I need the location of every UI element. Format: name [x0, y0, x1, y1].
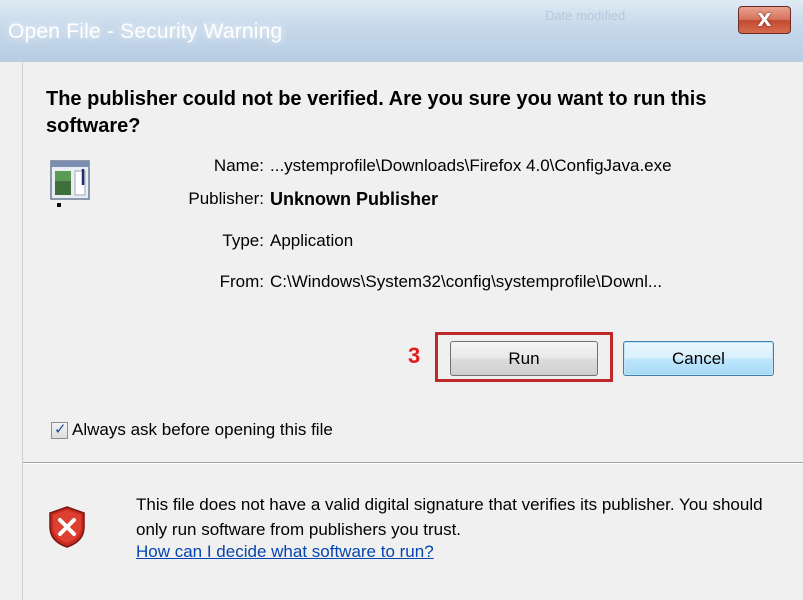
section-divider: [23, 462, 803, 464]
always-ask-label[interactable]: Always ask before opening this file: [72, 420, 333, 440]
run-button[interactable]: Run: [450, 341, 598, 376]
title-bar[interactable]: Open File - Security Warning Date modifi…: [0, 0, 803, 62]
close-button[interactable]: X: [738, 6, 791, 34]
help-link[interactable]: How can I decide what software to run?: [136, 542, 434, 562]
publisher-row: Publisher: Unknown Publisher: [23, 189, 803, 219]
window-title: Open File - Security Warning: [8, 20, 283, 43]
cancel-button[interactable]: Cancel: [623, 341, 774, 376]
from-label: From:: [219, 272, 264, 291]
name-row: Name: ...ystemprofile\Downloads\Firefox …: [23, 156, 803, 186]
checkmark-icon: ✓: [54, 419, 67, 438]
dialog-content: The publisher could not be verified. Are…: [22, 62, 803, 600]
name-label: Name:: [213, 156, 264, 175]
warning-message: This file does not have a valid digital …: [136, 495, 763, 539]
publisher-label: Publisher:: [188, 189, 264, 208]
always-ask-option[interactable]: ✓ Always ask before opening this file: [51, 418, 333, 442]
type-label: Type:: [222, 231, 264, 250]
publisher-value: Unknown Publisher: [270, 189, 439, 209]
step-marker: 3: [408, 343, 421, 368]
name-value: ...ystemprofile\Downloads\Firefox 4.0\Co…: [270, 156, 672, 175]
type-value: Application: [270, 231, 354, 250]
shield-error-icon: [49, 506, 85, 548]
from-row: From: C:\Windows\System32\config\systemp…: [23, 272, 803, 302]
security-warning-dialog: Open File - Security Warning Date modifi…: [0, 0, 803, 600]
always-ask-checkbox[interactable]: ✓: [51, 419, 68, 439]
dialog-heading: The publisher could not be verified. Are…: [46, 88, 707, 137]
background-window-text: Date modified: [545, 8, 626, 23]
close-icon: X: [757, 9, 772, 31]
from-value: C:\Windows\System32\config\systemprofile…: [270, 272, 663, 291]
type-row: Type: Application: [23, 231, 803, 261]
